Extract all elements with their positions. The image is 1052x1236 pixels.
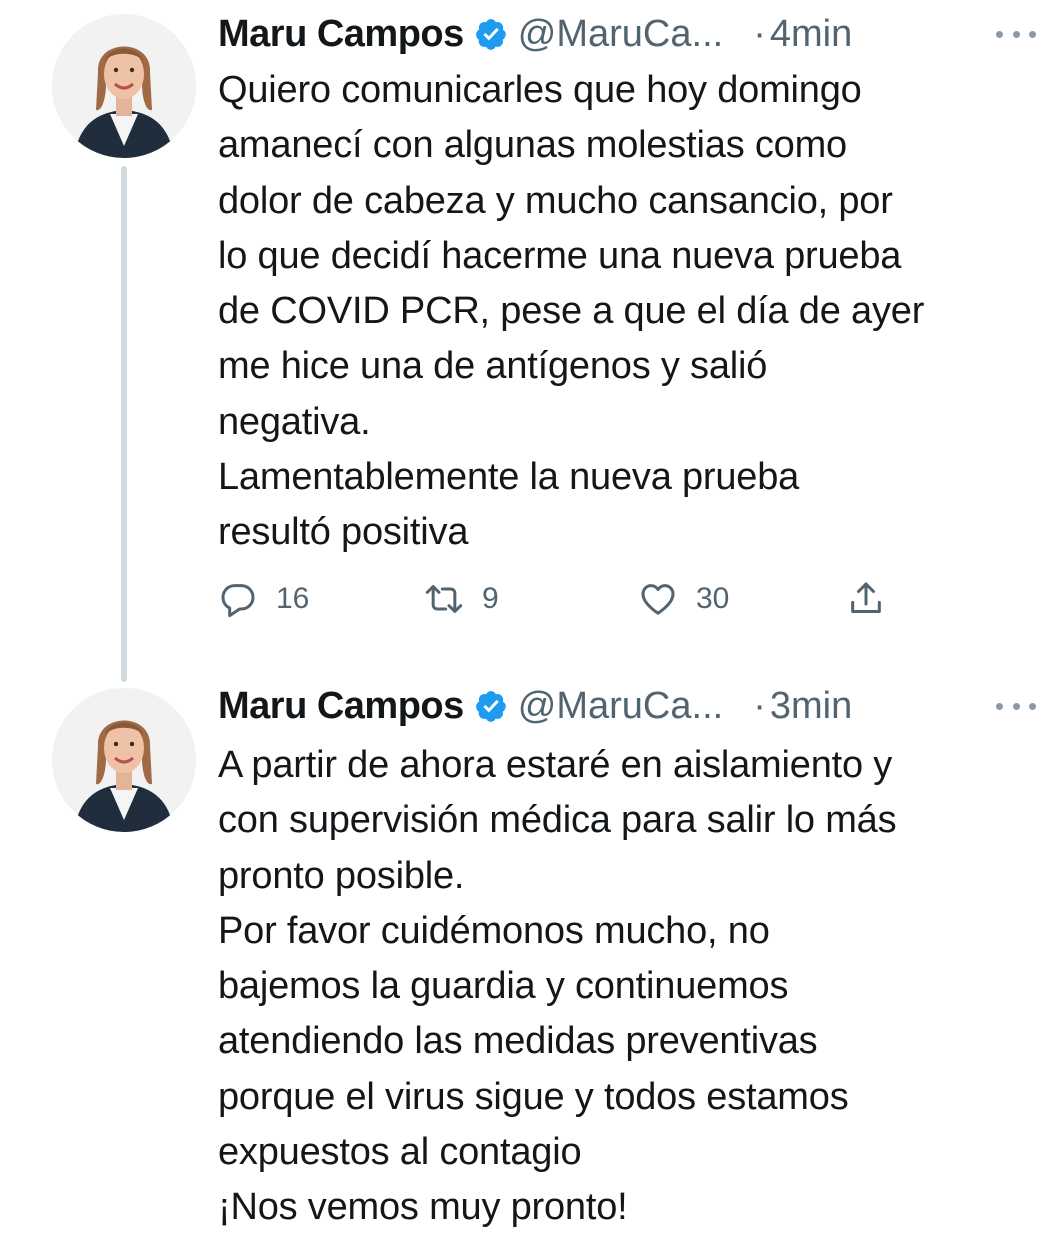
more-options-icon[interactable] [996,701,1036,711]
avatar[interactable] [52,688,196,832]
tweet-text: A partir de ahora estaré en aislamiento … [218,738,1038,1236]
tweet-text-line: me hice una de antígenos y salió [218,345,768,388]
timestamp[interactable]: 4min [770,13,852,56]
tweet-text-line: dolor de cabeza y mucho cansancio, por [218,179,893,222]
tweet-text-line: de COVID PCR, pese a que el día de ayer [218,290,925,333]
tweet-text-line: Quiero comunicarles que hoy domingo [218,69,862,111]
tweet-header: Maru Campos @MaruCa... · 3min [218,684,1036,728]
verified-badge-icon [475,19,506,50]
verified-badge-icon [475,691,506,722]
retweet-button[interactable]: 9 [424,574,499,624]
author-handle[interactable]: @MaruCa... [518,685,723,728]
tweet-text-line: atendiendo las medidas preventivas [218,1020,818,1063]
like-count: 30 [696,582,730,615]
tweet-text-line: negativa. [218,400,371,443]
tweet-text-line: Por favor cuidémonos mucho, no [218,909,770,952]
tweet-text-line: Lamentablemente la nueva prueba [218,456,800,499]
avatar-image [52,14,196,158]
separator: · [753,12,766,55]
timestamp[interactable]: 3min [770,685,852,728]
tweet-text-line: ¡Nos vemos muy pronto! [218,1186,628,1229]
like-icon [641,584,675,615]
author-handle[interactable]: @MaruCa... [518,13,723,56]
tweet-text-line: pronto posible. [218,854,465,897]
retweet-count: 9 [482,582,499,615]
share-icon [851,582,881,613]
tweet-text-line: A partir de ahora estaré en aislamiento … [218,744,893,786]
author-name[interactable]: Maru Campos [218,13,464,56]
more-options-icon[interactable] [996,29,1036,39]
share-button[interactable] [846,574,886,624]
tweet-text-line: expuestos al contagio [218,1131,582,1174]
tweet[interactable]: Maru Campos @MaruCa... · 3min A partir d… [0,680,1052,1236]
tweet-text-line: porque el virus sigue y todos estamos [218,1075,849,1118]
tweet[interactable]: Maru Campos @MaruCa... · 4min Quiero com… [0,0,1052,682]
reply-count: 16 [276,582,310,615]
tweet-text-line: resultó positiva [218,511,469,554]
tweet-text-line: con supervisión médica para salir lo más [218,799,897,842]
separator: · [753,684,766,727]
tweet-text: Quiero comunicarles que hoy domingo aman… [218,63,1038,561]
thread-connector-line [121,166,127,682]
author-name[interactable]: Maru Campos [218,685,464,728]
reply-button[interactable]: 16 [218,574,309,624]
tweet-text-line: amanecí con algunas molestias como [218,124,847,167]
reply-icon [221,584,255,618]
tweet-text-line: lo que decidí hacerme una nueva prueba [218,234,902,277]
tweet-actions: 16 9 30 [218,574,918,624]
avatar-image [52,688,196,832]
retweet-icon [425,585,463,613]
tweet-header: Maru Campos @MaruCa... · 4min [218,12,1036,56]
tweet-text-line: bajemos la guardia y continuemos [218,965,789,1008]
like-button[interactable]: 30 [638,574,729,624]
avatar[interactable] [52,14,196,158]
